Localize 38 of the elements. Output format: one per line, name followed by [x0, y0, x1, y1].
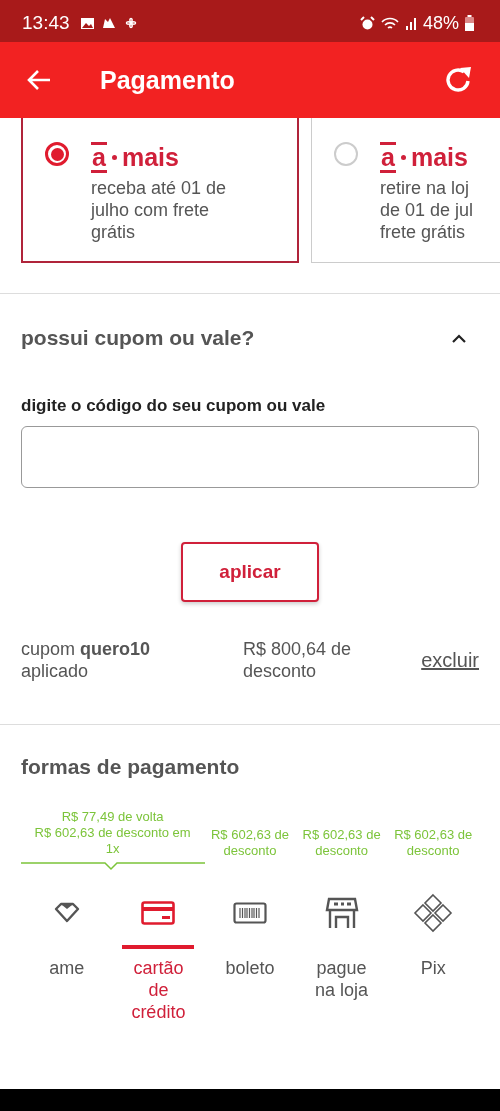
coupon-input-field[interactable] — [21, 426, 479, 488]
offer-text: R$ 77,49 de volta R$ 602,63 de desconto em 1x — [33, 809, 192, 857]
back-arrow-icon[interactable] — [26, 69, 52, 91]
payment-method-tab[interactable]: pague na loja — [295, 891, 388, 1023]
status-time: 13:43 — [22, 12, 70, 34]
offer-text: R$ 602,63 de desconto — [209, 827, 291, 859]
payment-method-tab[interactable]: boleto — [204, 891, 296, 1023]
offer-text: R$ 602,63 de desconto — [393, 827, 474, 859]
barcode-icon — [233, 902, 267, 924]
payment-method-tab[interactable]: ame — [21, 891, 113, 1023]
field-label: digite o código do seu cupom ou vale — [21, 396, 327, 416]
battery-percent: 48% — [422, 12, 459, 34]
remove-link[interactable]: excluir — [421, 649, 479, 671]
discount-text: R$ 800,64 de desconto — [243, 638, 353, 682]
collapse-caret-icon[interactable] — [452, 333, 466, 343]
pix-icon — [413, 893, 454, 933]
delivery-description: retire na loj de 01 de jul frete grátis — [380, 177, 474, 243]
battery-icon — [465, 15, 474, 31]
payment-method-tab[interactable]: cartão de crédito — [112, 891, 205, 1023]
brand-logo: a mais — [380, 142, 469, 173]
gallery-icon — [79, 16, 95, 30]
section-title: possui cupom ou vale? — [21, 326, 255, 350]
signal-icon — [404, 15, 417, 31]
delivery-option-card[interactable]: a mais receba até 01 de julho com frete grátis — [21, 118, 299, 263]
store-icon — [324, 896, 359, 930]
brand-logo: a mais — [91, 142, 180, 173]
wifi-icon — [380, 15, 399, 31]
radio-button[interactable] — [45, 142, 69, 166]
delivery-option-card[interactable]: a mais retire na loj de 01 de jul frete grátis — [311, 118, 500, 263]
offer-text: R$ 602,63 de desconto — [301, 827, 382, 859]
alarm-icon — [359, 15, 375, 31]
credit-card-icon — [141, 901, 176, 925]
payment-method-tab[interactable]: Pix — [387, 891, 479, 1023]
section-title: formas de pagamento — [21, 755, 241, 779]
page-title: Pagamento — [100, 65, 236, 95]
delivery-description: receba até 01 de julho com frete grátis — [91, 177, 227, 243]
apply-button[interactable]: aplicar — [181, 542, 319, 602]
applied-coupon-text: cupom quero10 aplicado — [21, 638, 152, 682]
